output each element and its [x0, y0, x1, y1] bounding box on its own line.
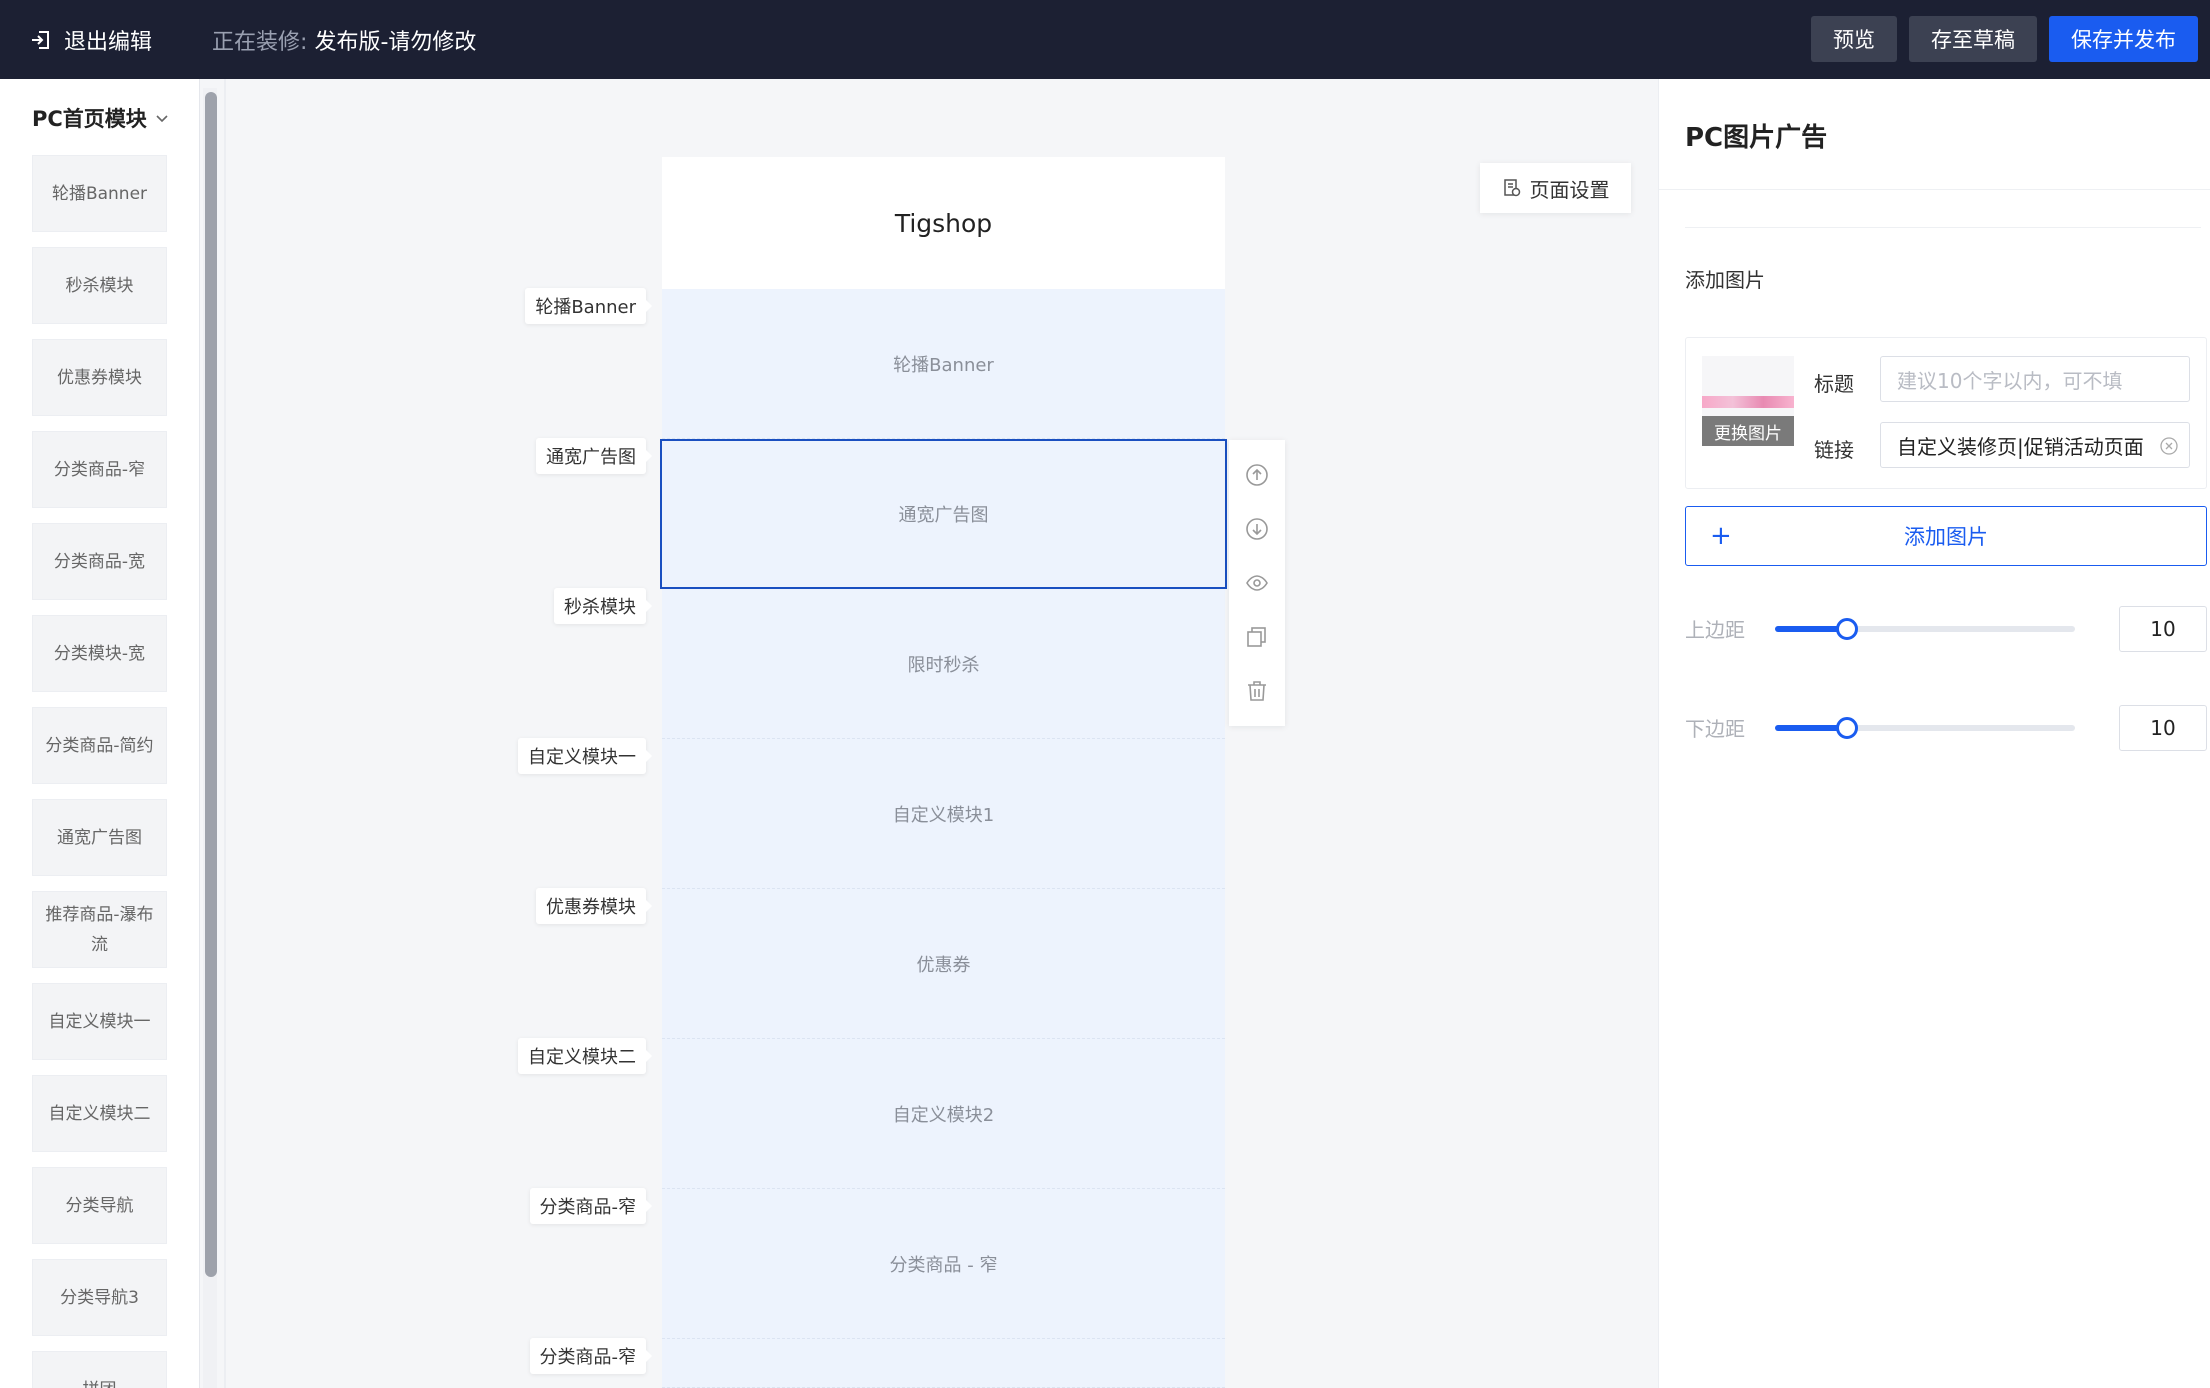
preview-block[interactable]: 自定义模块2 — [662, 1039, 1225, 1189]
preview-block[interactable]: 轮播Banner — [662, 289, 1225, 439]
preview-block[interactable]: 自定义模块1 — [662, 739, 1225, 889]
chevron-down-icon — [156, 115, 168, 123]
title-input[interactable]: 建议10个字以内，可不填 — [1880, 356, 2190, 402]
module-item[interactable]: 推荐商品-瀑布流 — [32, 891, 167, 968]
block-side-label[interactable]: 秒杀模块 — [554, 588, 652, 624]
module-item[interactable]: 分类商品-窄 — [32, 431, 167, 508]
block-side-label[interactable]: 自定义模块二 — [518, 1038, 652, 1074]
preview-block[interactable]: 分类商品 - 窄 — [662, 1189, 1225, 1339]
page-settings-icon — [1503, 179, 1520, 197]
arrow-down-icon — [1246, 518, 1268, 540]
preview-block[interactable]: 通宽广告图 — [660, 439, 1227, 589]
preview-header: Tigshop — [662, 157, 1225, 289]
bottom-margin-slider[interactable] — [1775, 717, 2075, 739]
editing-status: 正在装修: 发布版-请勿修改 — [212, 24, 476, 56]
module-item[interactable]: 秒杀模块 — [32, 247, 167, 324]
exit-icon — [32, 30, 49, 49]
link-input[interactable]: 自定义装修页|促销活动页面 — [1880, 422, 2190, 468]
block-side-label[interactable]: 自定义模块一 — [518, 738, 652, 774]
module-item[interactable]: 分类导航3 — [32, 1259, 167, 1336]
image-thumbnail[interactable]: 更换图片 — [1702, 356, 1794, 446]
block-side-label[interactable]: 分类商品-窄 — [529, 1338, 652, 1374]
trash-icon — [1248, 681, 1266, 701]
save-draft-button[interactable]: 存至草稿 — [1909, 16, 2037, 62]
toggle-visibility-button[interactable] — [1241, 567, 1273, 599]
module-item[interactable]: 自定义模块二 — [32, 1075, 167, 1152]
delete-button[interactable] — [1241, 675, 1273, 707]
panel-title: PC图片广告 — [1685, 123, 1828, 153]
bottom-margin-slider-handle[interactable] — [1836, 717, 1858, 739]
module-item[interactable]: 轮播Banner — [32, 155, 167, 232]
exit-edit-button[interactable]: 退出编辑 — [30, 24, 152, 56]
module-sidebar: PC首页模块 轮播Banner 秒杀模块优惠券模块分类商品-窄 分类商品-宽 分类模块… — [0, 79, 200, 1388]
clear-icon[interactable] — [2159, 436, 2179, 456]
preview-block[interactable]: 限时秒杀 — [662, 589, 1225, 739]
sidebar-title[interactable]: PC首页模块 — [32, 103, 169, 133]
sidebar-title-label: PC首页模块 — [32, 107, 147, 131]
eye-icon — [1246, 575, 1268, 591]
module-item[interactable]: 分类商品-简约 — [32, 707, 167, 784]
module-item[interactable]: 分类商品-宽 — [32, 523, 167, 600]
module-item[interactable]: 优惠券模块 — [32, 339, 167, 416]
block-side-label[interactable]: 分类商品-窄 — [529, 1188, 652, 1224]
panel-divider — [1659, 189, 2210, 190]
link-value: 自定义装修页|促销活动页面 — [1897, 434, 2144, 459]
copy-button[interactable] — [1241, 621, 1273, 653]
bottom-margin-input[interactable]: 10 — [2119, 705, 2207, 751]
link-field-label: 链接 — [1814, 438, 1854, 462]
module-item[interactable]: 自定义模块一 — [32, 983, 167, 1060]
copy-icon — [1247, 627, 1266, 647]
top-actions: 预览 存至草稿 保存并发布 — [1811, 16, 2198, 62]
block-side-label[interactable]: 通宽广告图 — [536, 438, 652, 474]
top-margin-slider-handle[interactable] — [1836, 618, 1858, 640]
bottom-margin-label: 下边距 — [1685, 717, 1745, 741]
move-up-button[interactable] — [1241, 459, 1273, 491]
block-side-label[interactable]: 轮播Banner — [525, 288, 652, 324]
save-publish-button[interactable]: 保存并发布 — [2049, 16, 2198, 62]
thumbnail-preview — [1702, 396, 1794, 408]
change-image-button[interactable]: 更换图片 — [1702, 416, 1794, 446]
panel-divider — [1685, 227, 2201, 228]
add-image-button-label: 添加图片 — [1904, 525, 1988, 549]
arrow-up-icon — [1246, 464, 1268, 486]
module-item[interactable]: 分类模块-宽 — [32, 615, 167, 692]
top-margin-label: 上边距 — [1685, 618, 1745, 642]
title-field-label: 标题 — [1814, 372, 1854, 396]
editing-prefix: 正在装修: — [212, 29, 308, 55]
sidebar-scrollbar[interactable] — [205, 92, 217, 1277]
block-side-label[interactable]: 优惠券模块 — [536, 888, 652, 924]
exit-edit-label: 退出编辑 — [64, 29, 153, 55]
block-toolbar — [1229, 440, 1285, 726]
move-down-button[interactable] — [1241, 513, 1273, 545]
page-settings-label: 页面设置 — [1529, 177, 1610, 202]
settings-panel: PC图片广告 添加图片 更换图片 标题 建议10个字以内，可不填 链接 自定义装… — [1658, 79, 2210, 1388]
editing-page-name: 发布版-请勿修改 — [314, 29, 477, 55]
preview-block[interactable] — [662, 1339, 1225, 1388]
add-image-button[interactable]: + 添加图片 — [1685, 506, 2207, 566]
module-item[interactable]: 通宽广告图 — [32, 799, 167, 876]
preview-block[interactable]: 优惠券 — [662, 889, 1225, 1039]
module-item[interactable]: 拼团 — [32, 1351, 167, 1388]
plus-icon: + — [1710, 521, 1732, 551]
top-margin-input[interactable]: 10 — [2119, 606, 2207, 652]
page-settings-button[interactable]: 页面设置 — [1480, 163, 1631, 213]
top-bar: 退出编辑 正在装修: 发布版-请勿修改 预览 存至草稿 保存并发布 — [0, 0, 2210, 79]
top-margin-slider[interactable] — [1775, 618, 2075, 640]
module-item[interactable]: 分类导航 — [32, 1167, 167, 1244]
preview-button[interactable]: 预览 — [1811, 16, 1897, 62]
image-item-card: 更换图片 标题 建议10个字以内，可不填 链接 自定义装修页|促销活动页面 — [1685, 337, 2207, 489]
add-image-section-label: 添加图片 — [1685, 268, 1765, 292]
